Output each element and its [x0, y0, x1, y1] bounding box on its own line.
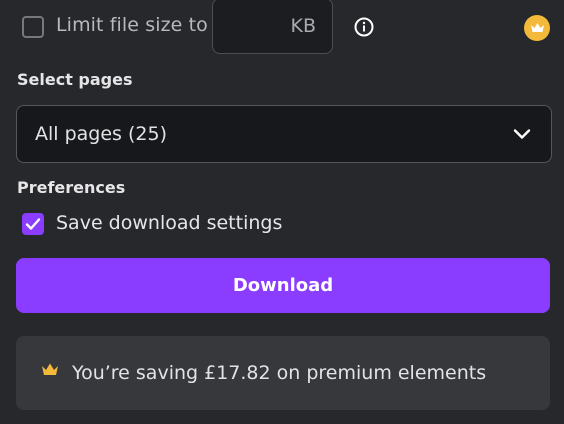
chevron-down-icon	[513, 129, 531, 139]
download-button[interactable]: Download	[16, 258, 550, 313]
limit-file-size-row: Limit file size to KB	[22, 0, 552, 54]
preferences-label: Preferences	[17, 178, 126, 197]
save-download-settings-label[interactable]: Save download settings	[56, 212, 282, 234]
crown-icon	[42, 363, 58, 375]
select-pages-value: All pages (25)	[35, 123, 167, 145]
premium-savings-notice: You’re saving £17.82 on premium elements	[16, 336, 550, 410]
checkmark-icon	[25, 218, 41, 230]
limit-file-size-checkbox[interactable]	[22, 16, 44, 38]
file-size-input[interactable]: KB	[212, 0, 333, 54]
savings-text: You’re saving £17.82 on premium elements	[72, 362, 487, 384]
select-pages-dropdown[interactable]: All pages (25)	[16, 105, 552, 163]
premium-crown-badge	[524, 15, 550, 41]
crown-icon	[530, 23, 544, 32]
limit-file-size-label: Limit file size to	[56, 14, 208, 36]
select-pages-label: Select pages	[17, 70, 133, 89]
info-icon[interactable]	[354, 17, 374, 37]
file-size-unit: KB	[290, 15, 317, 37]
save-download-settings-checkbox[interactable]	[22, 213, 44, 235]
